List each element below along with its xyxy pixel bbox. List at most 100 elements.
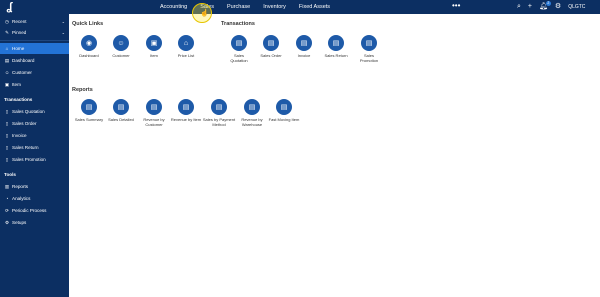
sidebar-item-label: Sales Return bbox=[12, 145, 39, 150]
pin-icon: ✎ bbox=[5, 29, 9, 35]
item-box-icon: ▣ bbox=[146, 35, 162, 51]
report-sales-summary[interactable]: ▤ Sales Summary bbox=[72, 99, 106, 123]
transaction-sales-quotation[interactable]: ▤ Sales Quotation bbox=[222, 35, 256, 63]
report-revenue-by-customer[interactable]: ▤ Revenue by Customer bbox=[137, 99, 171, 127]
customer-icon: ☺ bbox=[4, 70, 10, 75]
top-bar: ʆ Accounting Sales Purchase Inventory Fi… bbox=[0, 0, 600, 14]
report-icon: ▤ bbox=[146, 99, 162, 115]
sidebar-item-reports[interactable]: ▥ Reports bbox=[0, 181, 69, 192]
document-icon: ▤ bbox=[328, 35, 344, 51]
report-icon: ▤ bbox=[81, 99, 97, 115]
sidebar-item-customer[interactable]: ☺ Customer bbox=[0, 67, 69, 78]
sidebar-item-label: Invoice bbox=[12, 133, 27, 138]
sidebar-pinned-label: Pinned bbox=[12, 30, 27, 35]
report-revenue-by-warehouse[interactable]: ▤ Revenue by Warehouse bbox=[235, 99, 269, 127]
sidebar-recent[interactable]: ◷ Recent ⌄ bbox=[0, 16, 69, 27]
price-tag-icon: ⌂ bbox=[178, 35, 194, 51]
tile-label: Sales by Payment Method bbox=[202, 117, 236, 127]
tile-label: Item bbox=[150, 53, 158, 58]
dashboard-icon: ◉ bbox=[81, 35, 97, 51]
gear-icon: ⚙ bbox=[4, 219, 10, 225]
quick-link-dashboard[interactable]: ◉ Dashboard bbox=[72, 35, 106, 59]
report-fast-moving-item[interactable]: ▤ Fast Moving Item bbox=[267, 99, 301, 123]
sidebar-item-dashboard[interactable]: ▤ Dashboard bbox=[0, 55, 69, 66]
sidebar-item-item[interactable]: ▣ Item bbox=[0, 79, 69, 90]
sidebar-item-analytics[interactable]: ◔ Analytics bbox=[0, 193, 69, 204]
transactions-title: Transactions bbox=[221, 21, 255, 27]
sidebar-item-periodic-process[interactable]: ⟳ Periodic Process bbox=[0, 205, 69, 216]
sidebar-transactions-heading: Transactions bbox=[4, 97, 33, 102]
more-menu-button[interactable]: ••• bbox=[452, 0, 460, 12]
sidebar-item-sales-order[interactable]: ▯ Sales Order bbox=[0, 118, 69, 129]
report-sales-detailed[interactable]: ▤ Sales Detailed bbox=[104, 99, 138, 123]
chevron-down-icon: ⌄ bbox=[61, 30, 65, 35]
sidebar-item-home[interactable]: ⌂ Home bbox=[0, 43, 69, 54]
customer-icon: ☺ bbox=[113, 35, 129, 51]
document-icon: ▤ bbox=[361, 35, 377, 51]
sidebar-item-label: Analytics bbox=[12, 196, 31, 201]
notification-badge: 2 bbox=[545, 1, 551, 6]
sidebar-item-sales-promotion[interactable]: ▯ Sales Promotion bbox=[0, 154, 69, 165]
quick-link-price-list[interactable]: ⌂ Price List bbox=[169, 35, 203, 59]
sidebar-item-setups[interactable]: ⚙ Setups bbox=[0, 217, 69, 228]
transaction-sales-order[interactable]: ▤ Sales Order bbox=[254, 35, 288, 59]
clock-icon: ◷ bbox=[5, 18, 9, 24]
report-revenue-by-item[interactable]: ▤ Revenue by Item bbox=[169, 99, 203, 123]
tile-label: Sales Promotion bbox=[359, 53, 379, 63]
document-icon: ▯ bbox=[5, 144, 9, 150]
tile-label: Price List bbox=[177, 53, 195, 58]
report-icon: ▤ bbox=[276, 99, 292, 115]
sidebar-item-invoice[interactable]: ▯ Invoice bbox=[0, 130, 69, 141]
sidebar-item-label: Sales Order bbox=[12, 121, 37, 126]
document-icon: ▤ bbox=[263, 35, 279, 51]
report-icon: ▤ bbox=[113, 99, 129, 115]
add-icon[interactable]: + bbox=[528, 0, 532, 14]
mouse-pointer-icon: ☝ bbox=[200, 10, 209, 17]
tile-label: Sales Summary bbox=[74, 117, 104, 122]
settings-gear-icon[interactable]: ⚙ bbox=[555, 0, 561, 14]
nav-fixed-assets[interactable]: Fixed Assets bbox=[299, 0, 330, 14]
transaction-sales-return[interactable]: ▤ Sales Return bbox=[319, 35, 353, 59]
sidebar-item-label: Sales Quotation bbox=[12, 109, 45, 114]
document-icon: ▯ bbox=[5, 120, 9, 126]
search-icon[interactable]: ⌕ bbox=[517, 0, 521, 14]
top-nav: Accounting Sales Purchase Inventory Fixe… bbox=[160, 0, 343, 14]
home-icon: ⌂ bbox=[5, 46, 9, 51]
tile-label: Customer bbox=[112, 53, 130, 58]
tile-label: Sales Order bbox=[260, 53, 282, 58]
quick-link-customer[interactable]: ☺ Customer bbox=[104, 35, 138, 59]
user-company-label[interactable]: QLGTC bbox=[568, 0, 585, 14]
sidebar-item-label: Periodic Process bbox=[12, 208, 47, 213]
sidebar-item-label: Dashboard bbox=[12, 58, 35, 63]
process-icon: ⟳ bbox=[5, 207, 9, 213]
tile-label: Revenue by Warehouse bbox=[241, 117, 263, 127]
transaction-sales-promotion[interactable]: ▤ Sales Promotion bbox=[352, 35, 386, 63]
transaction-invoice[interactable]: ▤ Invoice bbox=[287, 35, 321, 59]
tile-label: Fast Moving Item bbox=[268, 117, 300, 122]
sidebar-item-sales-return[interactable]: ▯ Sales Return bbox=[0, 142, 69, 153]
divider bbox=[0, 40, 69, 41]
sidebar-pinned[interactable]: ✎ Pinned ⌄ bbox=[0, 27, 69, 38]
tile-label: Sales Quotation bbox=[230, 53, 248, 63]
quick-links-title: Quick Links bbox=[72, 21, 104, 27]
document-icon: ▯ bbox=[5, 108, 9, 114]
sidebar-item-label: Reports bbox=[12, 184, 29, 189]
tile-label: Sales Return bbox=[324, 53, 348, 58]
document-icon: ▯ bbox=[5, 132, 9, 138]
dashboard-icon: ▤ bbox=[4, 57, 10, 63]
document-icon: ▤ bbox=[231, 35, 247, 51]
nav-purchase[interactable]: Purchase bbox=[227, 0, 250, 14]
sidebar: ◷ Recent ⌄ ✎ Pinned ⌄ ⌂ Home ▤ Dashboard… bbox=[0, 14, 69, 297]
app-logo-icon[interactable]: ʆ bbox=[4, 1, 15, 13]
nav-inventory[interactable]: Inventory bbox=[263, 0, 286, 14]
reports-title: Reports bbox=[72, 87, 93, 93]
tile-label: Dashboard bbox=[79, 53, 99, 58]
report-sales-by-payment-method[interactable]: ▤ Sales by Payment Method bbox=[202, 99, 236, 127]
report-icon: ▤ bbox=[244, 99, 260, 115]
analytics-icon: ◔ bbox=[5, 196, 9, 201]
nav-accounting[interactable]: Accounting bbox=[160, 0, 187, 14]
quick-link-item[interactable]: ▣ Item bbox=[137, 35, 171, 59]
sidebar-item-sales-quotation[interactable]: ▯ Sales Quotation bbox=[0, 106, 69, 117]
notification-bell-icon[interactable]: 🔔︎ 2 bbox=[539, 0, 551, 14]
top-icons: ⌕ + 🔔︎ 2 ⚙ QLGTC bbox=[517, 0, 585, 14]
